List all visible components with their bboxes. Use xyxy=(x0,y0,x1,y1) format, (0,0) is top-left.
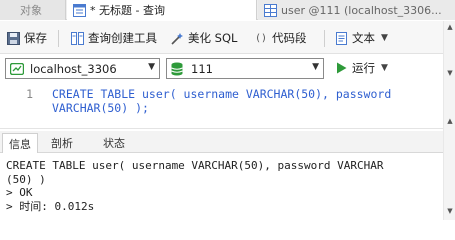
output-line: CREATE TABLE user( username VARCHAR(50),… xyxy=(6,159,384,172)
scroll-down-icon[interactable]: ▼ xyxy=(446,207,454,215)
table-icon xyxy=(264,3,277,17)
sql-editor[interactable]: 1 CREATE TABLE user( username VARCHAR(50… xyxy=(0,82,455,129)
chevron-down-icon: ▼ xyxy=(312,62,319,72)
database-icon xyxy=(171,62,183,76)
connection-icon xyxy=(9,62,25,75)
line-number-gutter: 1 xyxy=(0,82,40,128)
query-builder-label: 查询创建工具 xyxy=(88,31,157,45)
beautify-label: 美化 SQL xyxy=(188,31,238,45)
chevron-down-icon: ▼ xyxy=(381,63,388,73)
tab-objects-label: 对象 xyxy=(20,4,42,17)
play-icon xyxy=(334,61,348,75)
save-button[interactable]: 保存 xyxy=(6,28,47,48)
scroll-up-icon[interactable]: ▲ xyxy=(446,23,454,31)
line-number: 1 xyxy=(26,87,33,101)
database-selected-label: 111 xyxy=(191,61,213,76)
result-tab-bar: 信息 剖析 状态 xyxy=(0,131,455,153)
vertical-scrollbar[interactable]: ▲ ▼ ▲ ▼ xyxy=(443,21,455,220)
sql-code[interactable]: CREATE TABLE user( username VARCHAR(50),… xyxy=(52,87,447,115)
connection-select[interactable]: localhost_3306 ▼ xyxy=(5,58,160,79)
code-snippet-button[interactable]: () 代码段 xyxy=(254,28,307,48)
query-builder-icon xyxy=(70,31,84,45)
output-line: > 时间: 0.012s xyxy=(6,199,95,213)
code-snippet-icon: () xyxy=(254,32,268,44)
query-icon xyxy=(73,3,86,17)
code-line: CREATE TABLE user( username VARCHAR(50),… xyxy=(52,87,392,101)
beautify-sql-button[interactable]: 美化 SQL xyxy=(170,28,237,48)
connection-selected-label: localhost_3306 xyxy=(30,61,117,76)
chevron-down-icon: ▼ xyxy=(148,62,155,72)
query-builder-button[interactable]: 查询创建工具 xyxy=(70,28,157,48)
scroll-up-icon[interactable]: ▲ xyxy=(446,117,454,125)
code-snippet-label: 代码段 xyxy=(272,31,307,45)
scroll-down-icon[interactable]: ▼ xyxy=(446,69,454,77)
code-line: VARCHAR(50) ); xyxy=(52,101,149,115)
tab-objects[interactable]: 对象 xyxy=(0,0,66,20)
tab-profile-label: 剖析 xyxy=(51,137,73,150)
text-menu-button[interactable]: 文本 ▼ xyxy=(334,28,388,48)
tab-untitled-query[interactable]: * 无标题 - 查询 xyxy=(67,0,257,20)
message-output: CREATE TABLE user( username VARCHAR(50),… xyxy=(0,155,445,220)
database-select[interactable]: 111 ▼ xyxy=(166,58,324,79)
tab-untitled-query-label: * 无标题 - 查询 xyxy=(90,4,165,17)
tab-profile[interactable]: 剖析 xyxy=(44,133,80,153)
toolbar-divider xyxy=(58,30,59,47)
text-label: 文本 xyxy=(352,31,375,45)
save-icon xyxy=(6,31,20,45)
toolbar-divider xyxy=(324,30,325,47)
output-line: (50) ) xyxy=(6,172,46,186)
beautify-icon xyxy=(170,31,184,45)
tab-user-table[interactable]: user @111 (localhost_3306... xyxy=(258,0,455,20)
output-line: > OK xyxy=(6,186,33,199)
tab-info-label: 信息 xyxy=(9,137,31,151)
tab-info[interactable]: 信息 xyxy=(2,133,38,153)
run-button[interactable]: 运行 ▼ xyxy=(334,58,388,78)
tab-status[interactable]: 状态 xyxy=(96,133,132,153)
query-toolbar: 保存 查询创建工具 美化 SQL () 代码段 文本 ▼ xyxy=(0,21,455,54)
text-icon xyxy=(334,31,348,45)
tab-status-label: 状态 xyxy=(103,137,125,150)
chevron-down-icon: ▼ xyxy=(381,33,388,43)
document-tab-bar: 对象 * 无标题 - 查询 user @111 (localhost_3306.… xyxy=(0,0,455,20)
run-label: 运行 xyxy=(352,61,375,75)
save-label: 保存 xyxy=(24,31,47,45)
connection-bar: localhost_3306 ▼ 111 ▼ 运行 ▼ xyxy=(0,55,455,82)
tab-user-table-label: user @111 (localhost_3306... xyxy=(281,3,442,17)
